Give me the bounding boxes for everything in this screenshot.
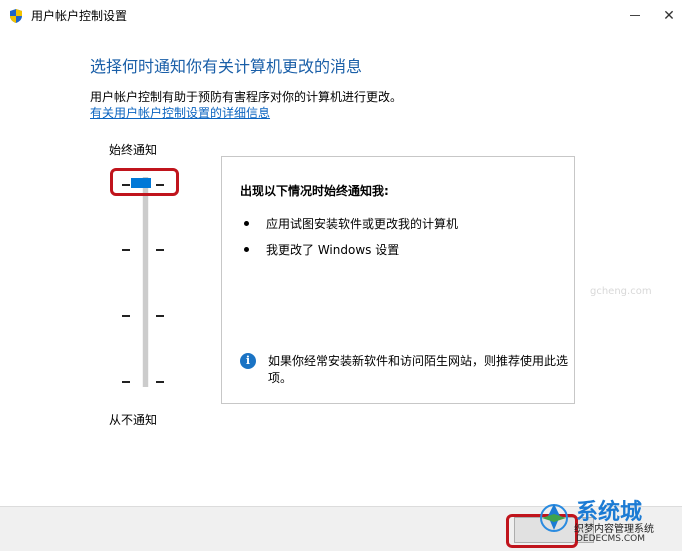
- bullet-icon: [244, 247, 249, 252]
- uac-shield-icon: [10, 9, 22, 23]
- slider-label-never-notify: 从不通知: [109, 413, 158, 427]
- bullet-icon: [244, 221, 249, 226]
- notification-level-slider[interactable]: [100, 165, 200, 405]
- annotation-highlight-slider: [110, 168, 179, 196]
- details-link[interactable]: 有关用户帐户控制设置的详细信息: [90, 104, 270, 121]
- slider-label-always-notify: 始终通知: [109, 143, 158, 157]
- page-heading: 选择何时通知你有关计算机更改的消息: [90, 57, 363, 76]
- slider-track[interactable]: [142, 177, 149, 387]
- minimize-icon: [630, 15, 640, 16]
- window-title: 用户帐户控制设置: [31, 9, 128, 23]
- slider-tick-right: [156, 249, 164, 251]
- watermark-logo-icon: [540, 504, 568, 532]
- watermark: 系统城 织梦内容管理系统 DEDECMS.COM: [530, 490, 682, 550]
- close-button[interactable]: ✕: [646, 0, 682, 31]
- info-bullet-text: 我更改了 Windows 设置: [266, 243, 400, 257]
- title-bar: 用户帐户控制设置 ✕: [0, 0, 682, 31]
- slider-tick-right: [156, 315, 164, 317]
- info-box-title: 出现以下情况时始终通知我:: [240, 184, 389, 198]
- info-icon: i: [240, 353, 256, 369]
- info-box: 出现以下情况时始终通知我: 应用试图安装软件或更改我的计算机 我更改了 Wind…: [221, 156, 575, 404]
- description-text: 用户帐户控制有助于预防有害程序对你的计算机进行更改。: [90, 90, 403, 104]
- info-note: 如果你经常安装新软件和访问陌生网站，则推荐使用此选项。: [268, 354, 569, 385]
- close-icon: ✕: [663, 7, 675, 24]
- watermark-faint-text: gcheng.com: [590, 286, 652, 297]
- slider-tick-left: [122, 381, 130, 383]
- watermark-sub-text: 织梦内容管理系统: [574, 524, 654, 535]
- slider-tick-left: [122, 315, 130, 317]
- slider-tick-left: [122, 249, 130, 251]
- watermark-url-text: DEDECMS.COM: [576, 534, 645, 544]
- slider-tick-right: [156, 381, 164, 383]
- info-bullet-text: 应用试图安装软件或更改我的计算机: [266, 217, 459, 231]
